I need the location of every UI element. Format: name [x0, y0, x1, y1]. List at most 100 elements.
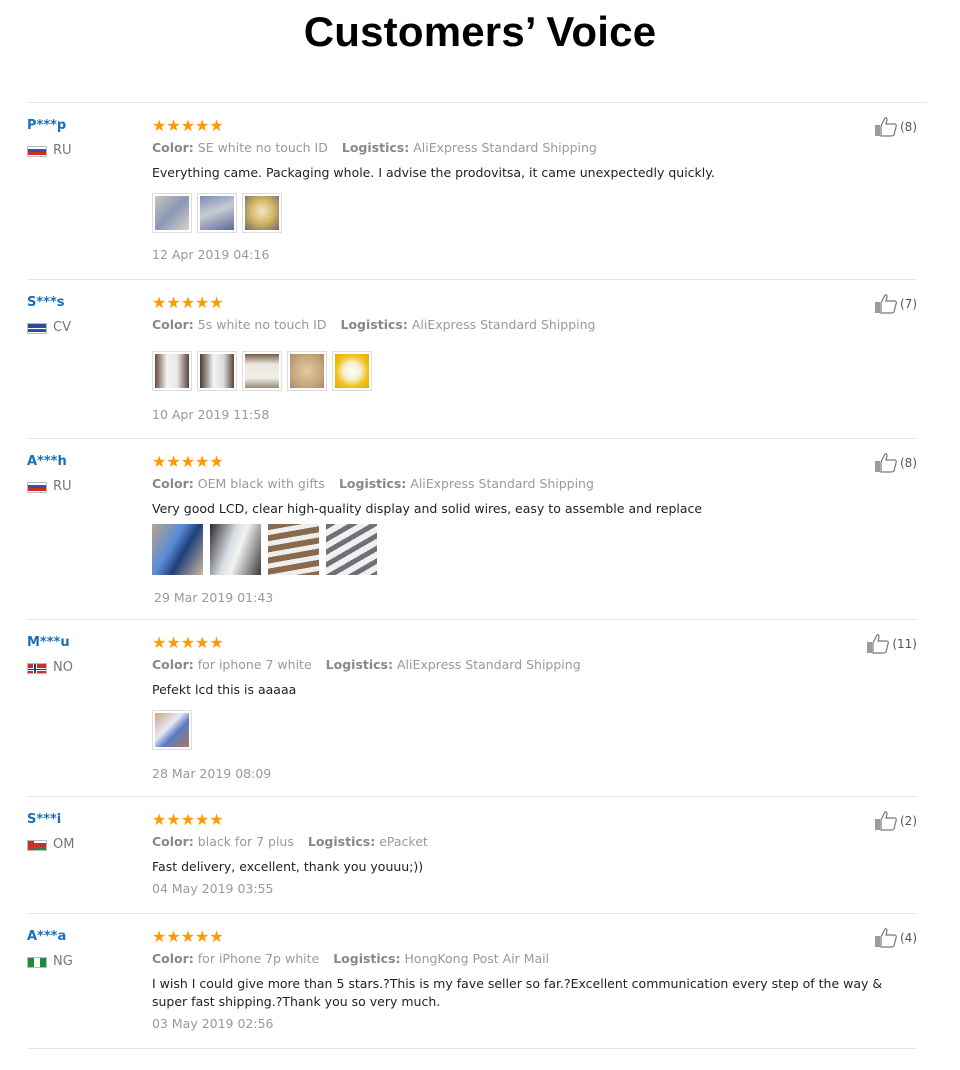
review-text: Fast delivery, excellent, thank you youu…: [152, 859, 424, 874]
review-photos: [152, 524, 852, 575]
reviewer-info: S***s CV: [27, 294, 137, 336]
thumbs-up-icon: [875, 453, 897, 473]
review-photo-thumbnail[interactable]: [326, 524, 377, 575]
review-text: I wish I could give more than 5 stars.?T…: [152, 976, 883, 1009]
star-rating: ★★★★★: [152, 810, 224, 829]
reviewer-country: OM: [27, 837, 137, 853]
review-meta: Color: black for 7 plus Logistics: ePacke…: [152, 833, 852, 851]
thumbs-up-icon: [867, 634, 890, 654]
review-meta: Color: OEM black with gifts Logistics: Al…: [152, 475, 852, 493]
review-photo-thumbnail[interactable]: [242, 193, 282, 233]
helpful-button[interactable]: (4): [874, 928, 917, 948]
logistics-value: AliExpress Standard Shipping: [411, 317, 596, 332]
reviewer-name[interactable]: S***i: [27, 811, 137, 828]
thumbs-up-icon: [875, 811, 897, 831]
color-value: SE white no touch ID: [197, 140, 328, 155]
page-title: Customers’ Voice: [303, 8, 657, 55]
reviewer-country: RU: [27, 479, 137, 495]
helpful-button[interactable]: (11): [866, 634, 917, 654]
country-code: RU: [53, 143, 72, 158]
review-item: A***a NG ★★★★★ Color: for iPhone 7p whit…: [27, 914, 917, 1049]
reviewer-name[interactable]: A***a: [27, 928, 137, 945]
reviewer-name[interactable]: P***p: [27, 117, 137, 134]
reviewer-country: NG: [27, 954, 137, 970]
helpful-count: (8): [900, 120, 917, 134]
country-code: NO: [53, 660, 73, 675]
flag-ru-icon: [27, 145, 47, 157]
color-value: OEM black with gifts: [197, 476, 325, 491]
helpful-count: (2): [900, 814, 917, 828]
helpful-button[interactable]: (2): [874, 811, 917, 831]
reviewer-country: CV: [27, 320, 137, 336]
review-item: M***u NO ★★★★★ Color: for iphone 7 white…: [27, 620, 917, 797]
reviewer-country: NO: [27, 660, 137, 676]
color-label: Color:: [152, 140, 194, 155]
logistics-label: Logistics:: [333, 951, 401, 966]
star-rating: ★★★★★: [152, 927, 224, 946]
reviewer-country: RU: [27, 143, 137, 159]
review-text: Very good LCD, clear high-quality displa…: [152, 501, 703, 516]
thumbs-up-icon: [875, 117, 897, 137]
helpful-button[interactable]: (7): [874, 294, 917, 314]
review-photos: [152, 351, 852, 391]
review-meta: Color: for iphone 7 white Logistics: AliE…: [152, 656, 852, 674]
logistics-value: AliExpress Standard Shipping: [413, 140, 597, 155]
review-photo-thumbnail[interactable]: [197, 351, 237, 391]
review-date: 04 May 2019 03:55: [152, 881, 274, 896]
reviewer-name[interactable]: A***h: [27, 453, 137, 470]
review-photo-thumbnail[interactable]: [268, 524, 319, 575]
reviewer-info: P***p RU: [27, 117, 137, 159]
star-rating: ★★★★★: [152, 633, 224, 652]
flag-ru-icon: [27, 481, 47, 493]
thumbs-up-icon: [875, 928, 897, 948]
review-date: 10 Apr 2019 11:58: [152, 407, 270, 422]
country-code: NG: [53, 954, 73, 969]
reviewer-name[interactable]: M***u: [27, 634, 137, 651]
review-photo-thumbnail[interactable]: [152, 351, 192, 391]
logistics-label: Logistics:: [341, 140, 410, 155]
review-photo-thumbnail[interactable]: [152, 524, 203, 575]
review-meta: Color: for iPhone 7p white Logistics: Hon…: [152, 950, 852, 968]
review-item: A***h RU ★★★★★ Color: OEM black with gif…: [27, 439, 917, 620]
color-label: Color:: [152, 476, 194, 491]
review-photo-thumbnail[interactable]: [210, 524, 261, 575]
review-photos: [152, 710, 852, 750]
flag-cv-icon: [27, 322, 47, 334]
reviewer-info: M***u NO: [27, 634, 137, 676]
helpful-button[interactable]: (8): [874, 453, 917, 473]
review-photo-thumbnail[interactable]: [152, 710, 192, 750]
review-date: 03 May 2019 02:56: [152, 1016, 274, 1031]
review-photo-thumbnail[interactable]: [152, 193, 192, 233]
color-label: Color:: [152, 951, 194, 966]
country-code: CV: [53, 320, 71, 335]
review-item: S***s CV ★★★★★ Color: 5s white no touch …: [27, 280, 917, 439]
reviewer-info: S***i OM: [27, 811, 137, 853]
review-text: Pefekt lcd this is aaaaa: [152, 682, 297, 697]
flag-om-icon: [27, 839, 47, 851]
star-rating: ★★★★★: [152, 116, 224, 135]
review-item: P***p RU ★★★★★ Color: SE white no touch …: [27, 103, 917, 280]
country-code: OM: [53, 837, 75, 852]
logistics-value: AliExpress Standard Shipping: [396, 657, 581, 672]
review-text: Everything came. Packaging whole. I advi…: [152, 165, 715, 180]
review-meta: Color: 5s white no touch ID Logistics: Al…: [152, 316, 852, 334]
review-photo-thumbnail[interactable]: [287, 351, 327, 391]
helpful-count: (7): [900, 297, 917, 311]
color-label: Color:: [152, 834, 194, 849]
reviewer-info: A***h RU: [27, 453, 137, 495]
logistics-label: Logistics:: [338, 476, 407, 491]
helpful-count: (11): [892, 637, 917, 651]
reviewer-name[interactable]: S***s: [27, 294, 137, 311]
review-item: S***i OM ★★★★★ Color: black for 7 plus Lo…: [27, 797, 917, 914]
color-value: for iPhone 7p white: [197, 951, 320, 966]
logistics-value: ePacket: [379, 834, 428, 849]
review-date: 12 Apr 2019 04:16: [152, 247, 270, 262]
star-rating: ★★★★★: [152, 452, 224, 471]
review-photo-thumbnail[interactable]: [332, 351, 372, 391]
logistics-label: Logistics:: [325, 657, 393, 672]
color-value: black for 7 plus: [197, 834, 294, 849]
review-photo-thumbnail[interactable]: [197, 193, 237, 233]
review-photo-thumbnail[interactable]: [242, 351, 282, 391]
thumbs-up-icon: [875, 294, 897, 314]
helpful-button[interactable]: (8): [874, 117, 917, 137]
